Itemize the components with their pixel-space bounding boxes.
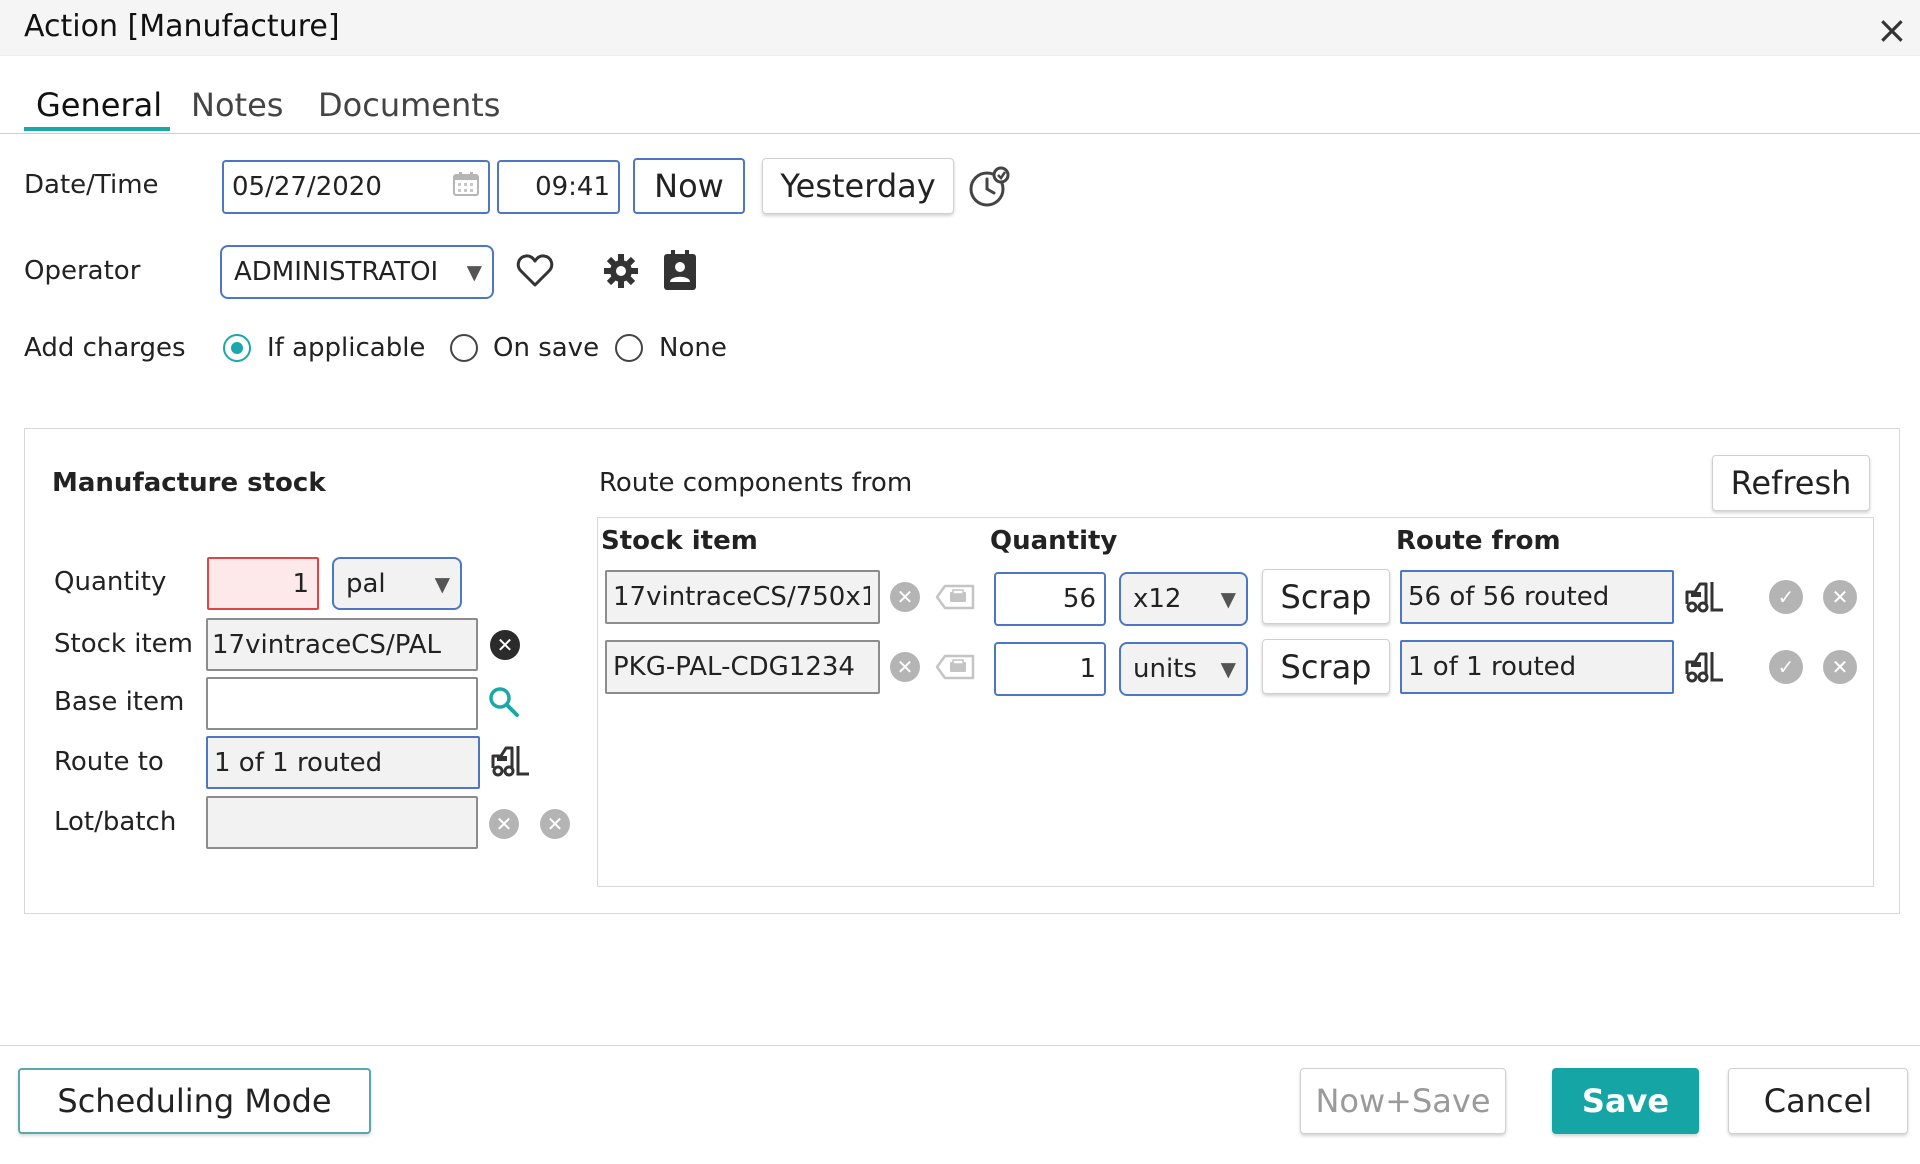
base-item-label: Base item: [54, 687, 185, 717]
chevron-down-icon: ▼: [1220, 587, 1236, 611]
date-value: 05/27/2020: [232, 172, 382, 202]
row1-quantity-value: 56: [1062, 584, 1096, 614]
col-route-from: Route from: [1396, 526, 1561, 556]
row1-scrap-button[interactable]: Scrap: [1262, 569, 1390, 624]
route-to-label: Route to: [54, 747, 164, 777]
row2-route-from-value: 1 of 1 routed: [1408, 652, 1577, 682]
add-charges-label: Add charges: [24, 333, 186, 363]
row2-remove-icon[interactable]: ✕: [1823, 650, 1857, 684]
col-quantity: Quantity: [990, 526, 1118, 556]
clock-history-icon[interactable]: [968, 166, 1010, 212]
charges-if-applicable-radio[interactable]: [223, 334, 251, 362]
row2-quantity-value: 1: [1079, 654, 1096, 684]
route-to-value: 1 of 1 routed: [214, 747, 383, 778]
row1-quantity-input[interactable]: 56: [994, 572, 1106, 626]
charges-none-label: None: [659, 333, 727, 363]
now-save-button[interactable]: Now+Save: [1300, 1068, 1506, 1134]
date-field[interactable]: 05/27/2020: [222, 160, 490, 214]
row1-route-from-field[interactable]: 56 of 56 routed: [1400, 570, 1674, 624]
stock-item-label: Stock item: [54, 629, 193, 659]
clear-stock-item-icon[interactable]: ✕: [490, 630, 520, 660]
footer-divider: [0, 1045, 1920, 1046]
quantity-value: 1: [292, 568, 309, 599]
chevron-down-icon: ▼: [1220, 657, 1236, 681]
row2-check-icon[interactable]: ✓: [1769, 650, 1803, 684]
tab-notes[interactable]: Notes: [191, 86, 283, 124]
quantity-label: Quantity: [54, 567, 167, 597]
row2-scrap-button[interactable]: Scrap: [1262, 639, 1390, 694]
row2-unit-select[interactable]: units ▼: [1119, 642, 1248, 696]
active-tab-indicator: [24, 127, 170, 131]
calendar-icon[interactable]: [452, 170, 480, 205]
operator-select[interactable]: ADMINISTRATOI ▼: [220, 245, 494, 299]
clear-lot-alt-icon[interactable]: ✕: [540, 809, 570, 839]
yesterday-button[interactable]: Yesterday: [762, 158, 954, 214]
tab-documents[interactable]: Documents: [318, 86, 500, 124]
scheduling-mode-button[interactable]: Scheduling Mode: [18, 1068, 371, 1134]
row2-forklift-icon[interactable]: [1684, 650, 1724, 688]
lot-batch-field[interactable]: [206, 796, 478, 849]
chevron-down-icon: ▼: [434, 571, 450, 596]
row1-stock-item-value: 17vintraceCS/750x1: [613, 582, 870, 612]
charges-on-save-label: On save: [493, 333, 600, 363]
save-button[interactable]: Save: [1552, 1068, 1699, 1134]
forklift-icon[interactable]: [490, 744, 530, 782]
window-title: Action [Manufacture]: [24, 9, 340, 44]
charges-on-save-radio[interactable]: [450, 334, 478, 362]
refresh-button[interactable]: Refresh: [1712, 455, 1870, 511]
cancel-button[interactable]: Cancel: [1728, 1068, 1908, 1134]
time-value: 09:41: [535, 172, 610, 202]
search-icon[interactable]: [488, 686, 520, 722]
gear-icon[interactable]: [602, 252, 640, 294]
stock-item-field[interactable]: 17vintraceCS/PAL: [206, 618, 478, 671]
base-item-field[interactable]: [206, 677, 478, 730]
row1-print-icon[interactable]: [935, 582, 975, 616]
operator-label: Operator: [24, 256, 141, 286]
row2-route-from-field[interactable]: 1 of 1 routed: [1400, 640, 1674, 694]
quantity-input[interactable]: 1: [207, 557, 319, 610]
row1-check-icon[interactable]: ✓: [1769, 580, 1803, 614]
now-button[interactable]: Now: [633, 158, 745, 214]
contact-card-icon[interactable]: [662, 250, 698, 296]
tab-divider: [0, 133, 1920, 134]
row2-unit-value: units: [1133, 654, 1197, 684]
stock-item-value: 17vintraceCS/PAL: [212, 629, 441, 660]
row1-forklift-icon[interactable]: [1684, 580, 1724, 618]
unit-select[interactable]: pal ▼: [332, 557, 462, 610]
chevron-down-icon: ▼: [466, 260, 482, 284]
heart-icon[interactable]: [516, 252, 554, 292]
datetime-label: Date/Time: [24, 170, 159, 200]
route-heading: Route components from: [599, 468, 913, 498]
tab-general[interactable]: General: [36, 86, 162, 124]
row2-stock-item-field[interactable]: PKG-PAL-CDG1234: [605, 640, 880, 694]
unit-value: pal: [346, 568, 386, 599]
row1-clear-icon[interactable]: ✕: [890, 582, 920, 612]
charges-none-radio[interactable]: [615, 334, 643, 362]
operator-value: ADMINISTRATOI: [234, 257, 439, 287]
clear-lot-icon[interactable]: ✕: [489, 809, 519, 839]
manufacture-heading: Manufacture stock: [52, 468, 326, 498]
row1-remove-icon[interactable]: ✕: [1823, 580, 1857, 614]
row2-print-icon[interactable]: [935, 652, 975, 686]
row1-unit-select[interactable]: x12 ▼: [1119, 572, 1248, 626]
charges-if-applicable-label: If applicable: [267, 333, 426, 363]
row1-route-from-value: 56 of 56 routed: [1408, 582, 1610, 612]
row2-clear-icon[interactable]: ✕: [890, 652, 920, 682]
row1-unit-value: x12: [1133, 584, 1182, 614]
col-stock-item: Stock item: [601, 526, 758, 556]
time-field[interactable]: 09:41: [497, 160, 620, 214]
lot-batch-label: Lot/batch: [54, 807, 177, 837]
close-icon[interactable]: ×: [1876, 10, 1908, 50]
row1-stock-item-field[interactable]: 17vintraceCS/750x1: [605, 570, 880, 624]
row2-quantity-input[interactable]: 1: [994, 642, 1106, 696]
row2-stock-item-value: PKG-PAL-CDG1234: [613, 652, 855, 682]
route-to-field[interactable]: 1 of 1 routed: [206, 736, 480, 789]
